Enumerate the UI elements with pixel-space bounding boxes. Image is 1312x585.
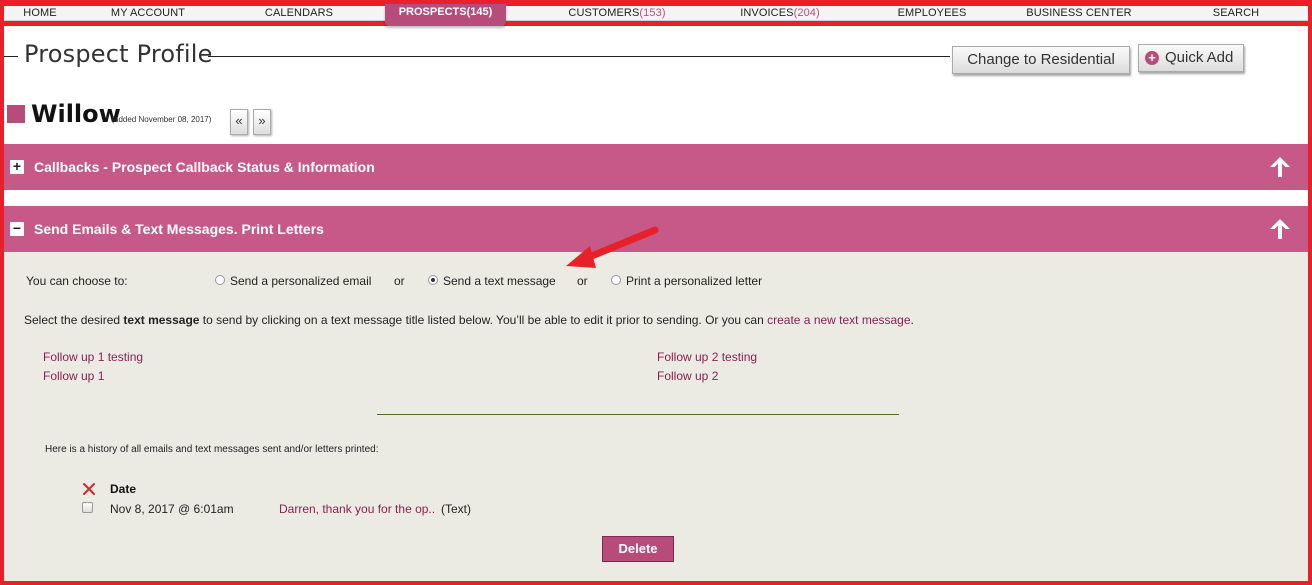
radio-text-message[interactable] xyxy=(428,274,438,285)
nav-search[interactable]: SEARCH xyxy=(1213,6,1259,20)
history-row-date: Nov 8, 2017 @ 6:01am xyxy=(110,502,234,516)
nav-employees[interactable]: EMPLOYEES xyxy=(898,6,967,20)
arrow-up-icon[interactable] xyxy=(1268,155,1292,179)
option-text-message-label: Send a text message xyxy=(443,274,556,288)
callbacks-section-header[interactable]: + Callbacks - Prospect Callback Status &… xyxy=(4,144,1308,190)
option-letter-label: Print a personalized letter xyxy=(626,274,763,288)
expand-toggle[interactable]: + xyxy=(10,159,24,174)
template-link[interactable]: Follow up 1 testing xyxy=(43,350,143,364)
nav-home[interactable]: HOME xyxy=(23,6,56,20)
quick-add-button[interactable]: + Quick Add xyxy=(1138,44,1244,72)
top-nav-bar: HOME MY ACCOUNT CALENDARS CUSTOMERS(153)… xyxy=(4,6,1308,21)
option-text-message[interactable]: Send a text message xyxy=(428,274,556,288)
previous-prospect-button[interactable]: « xyxy=(230,109,248,135)
title-rule xyxy=(208,56,950,57)
top-nav: HOME MY ACCOUNT CALENDARS CUSTOMERS(153)… xyxy=(0,0,1312,26)
instructions-text: Select the desired text message to send … xyxy=(24,313,914,327)
prospect-color-swatch xyxy=(7,105,25,123)
option-letter[interactable]: Print a personalized letter xyxy=(611,274,762,288)
template-link[interactable]: Follow up 2 testing xyxy=(657,350,757,364)
title-row: Prospect Profile Change to Residential +… xyxy=(4,36,1308,76)
plus-circle-icon: + xyxy=(1145,51,1159,65)
callbacks-section-title: Callbacks - Prospect Callback Status & I… xyxy=(34,159,375,175)
change-to-residential-button[interactable]: Change to Residential xyxy=(952,46,1130,74)
or-separator: or xyxy=(577,274,588,288)
create-text-message-link[interactable]: create a new text message xyxy=(767,313,910,327)
messages-panel: You can choose to: Send a personalized e… xyxy=(4,252,1308,585)
prospect-added-date: * (added November 08, 2017) xyxy=(106,115,212,124)
messages-section-title: Send Emails & Text Messages. Print Lette… xyxy=(34,221,324,237)
section-divider xyxy=(377,414,899,415)
nav-prospects[interactable]: PROSPECTS(145) xyxy=(385,4,506,26)
collapse-toggle[interactable]: − xyxy=(10,221,24,236)
history-intro: Here is a history of all emails and text… xyxy=(45,444,379,455)
radio-letter[interactable] xyxy=(611,274,621,285)
next-prospect-button[interactable]: » xyxy=(253,109,271,135)
page-title: Prospect Profile xyxy=(24,40,213,68)
delete-x-icon[interactable] xyxy=(82,482,96,496)
nav-business-center[interactable]: BUSINESS CENTER xyxy=(1026,6,1131,20)
delete-button[interactable]: Delete xyxy=(602,536,674,562)
history-row-checkbox[interactable] xyxy=(82,502,93,513)
annotation-arrow-icon xyxy=(566,226,659,268)
template-link[interactable]: Follow up 1 xyxy=(43,369,104,383)
quick-add-label: Quick Add xyxy=(1165,49,1234,66)
radio-email[interactable] xyxy=(215,274,225,285)
template-link[interactable]: Follow up 2 xyxy=(657,369,718,383)
nav-invoices[interactable]: INVOICES(204) xyxy=(740,6,820,20)
history-row-type: (Text) xyxy=(441,502,471,516)
nav-calendars[interactable]: CALENDARS xyxy=(265,6,333,20)
option-email[interactable]: Send a personalized email xyxy=(215,274,371,288)
nav-customers[interactable]: CUSTOMERS(153) xyxy=(568,6,665,20)
or-separator: or xyxy=(394,274,405,288)
arrow-up-icon[interactable] xyxy=(1268,217,1292,241)
option-email-label: Send a personalized email xyxy=(230,274,372,288)
choose-label: You can choose to: xyxy=(26,274,128,288)
history-date-header: Date xyxy=(110,482,137,496)
history-row-subject-link[interactable]: Darren, thank you for the op.. xyxy=(279,502,435,516)
nav-my-account[interactable]: MY ACCOUNT xyxy=(111,6,185,20)
title-rule-left xyxy=(4,56,18,57)
